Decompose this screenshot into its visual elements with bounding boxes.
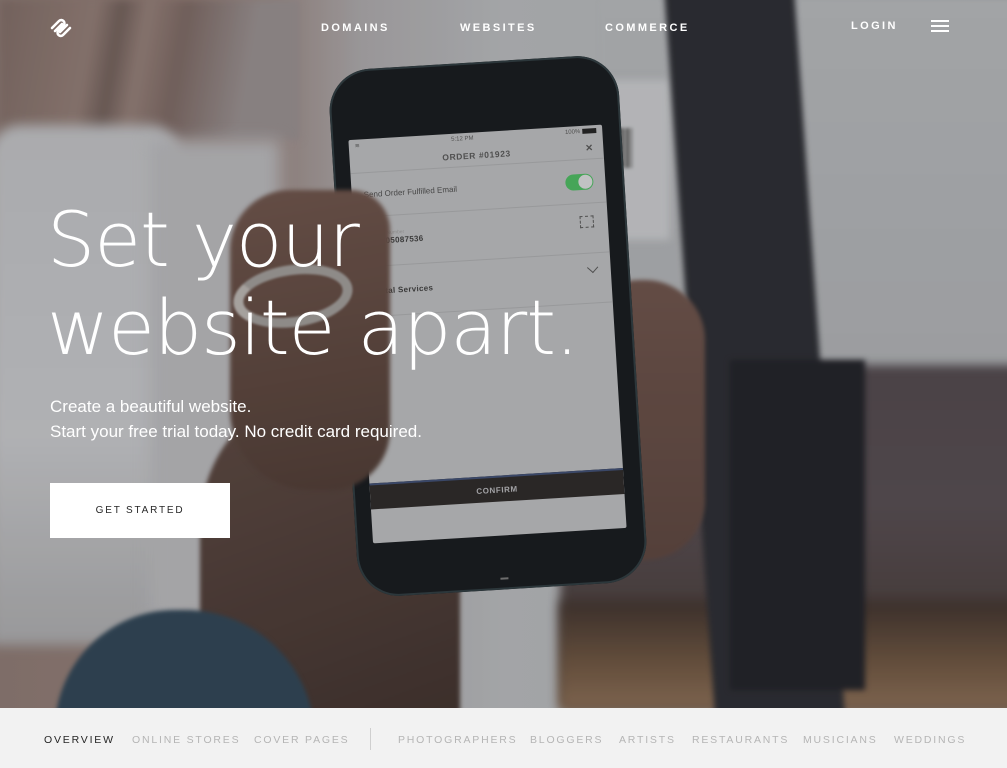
category-restaurants[interactable]: RESTAURANTS: [692, 734, 789, 746]
login-link[interactable]: LOGIN: [851, 20, 898, 32]
nav-commerce[interactable]: COMMERCE: [605, 22, 690, 34]
category-musicians[interactable]: MUSICIANS: [803, 734, 878, 746]
hamburger-menu-icon[interactable]: [931, 20, 949, 34]
nav-domains[interactable]: DOMAINS: [321, 22, 390, 34]
category-weddings[interactable]: WEDDINGS: [894, 734, 966, 746]
menu-bar: [931, 20, 949, 22]
category-online-stores[interactable]: ONLINE STORES: [132, 734, 240, 746]
category-bar: OVERVIEW ONLINE STORES COVER PAGES PHOTO…: [0, 708, 1007, 768]
get-started-button[interactable]: GET STARTED: [50, 483, 230, 538]
category-overview[interactable]: OVERVIEW: [44, 734, 115, 746]
hero-headline: Set your website apart.: [47, 195, 579, 372]
hero-subtext: Create a beautiful website. Start your f…: [50, 394, 422, 444]
headline-line-2: website apart.: [47, 283, 579, 372]
squarespace-logo-icon[interactable]: [49, 17, 73, 39]
nav-websites[interactable]: WEBSITES: [460, 22, 537, 34]
category-artists[interactable]: ARTISTS: [619, 734, 676, 746]
menu-bar: [931, 25, 949, 27]
logo-glyph: [50, 18, 72, 38]
subtext-line-1: Create a beautiful website.: [50, 397, 252, 416]
headline-line-1: Set your: [47, 195, 360, 284]
subtext-line-2: Start your free trial today. No credit c…: [50, 422, 422, 441]
menu-bar: [931, 30, 949, 32]
top-navigation: DOMAINS WEBSITES COMMERCE LOGIN: [0, 0, 1007, 56]
category-photographers[interactable]: PHOTOGRAPHERS: [398, 734, 517, 746]
category-cover-pages[interactable]: COVER PAGES: [254, 734, 349, 746]
category-divider: [370, 728, 371, 750]
category-bloggers[interactable]: BLOGGERS: [530, 734, 603, 746]
